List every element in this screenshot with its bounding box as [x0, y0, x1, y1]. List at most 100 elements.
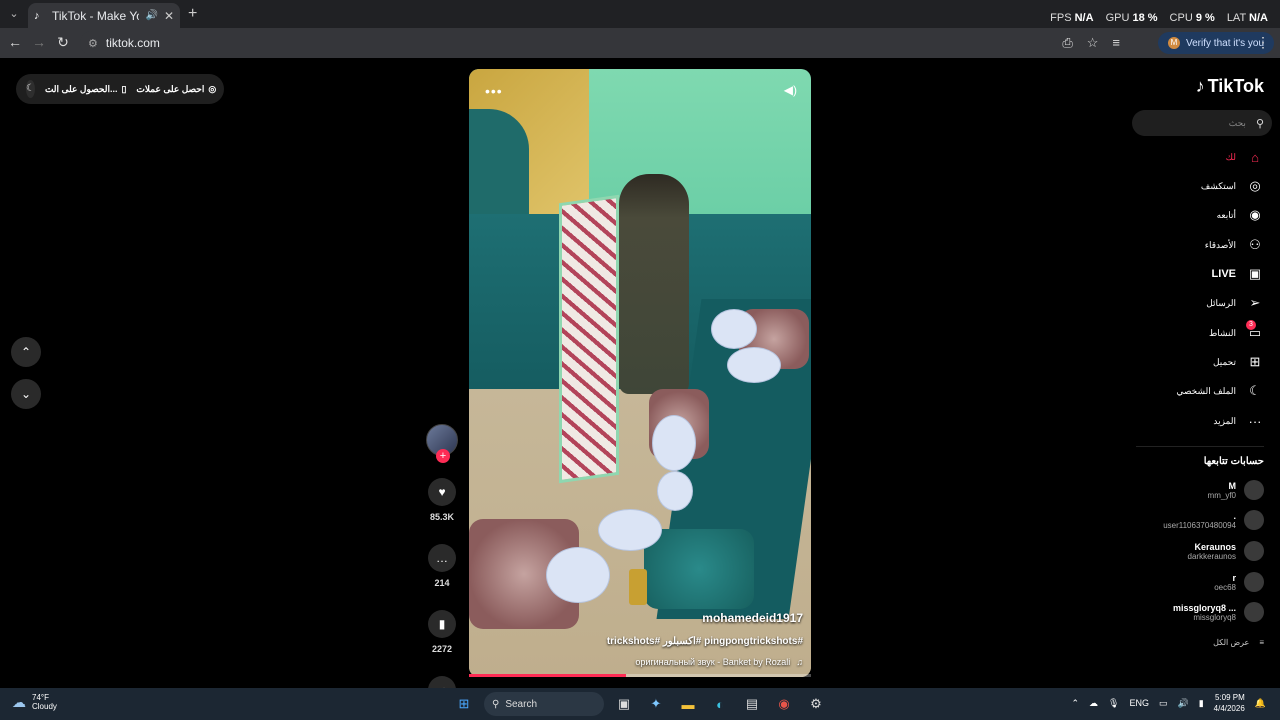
browser-menu-icon[interactable]: ⋮ [1256, 34, 1270, 51]
tiktok-favicon-icon: ♪ [34, 9, 40, 22]
install-app-icon[interactable]: ⎙ [1062, 35, 1072, 51]
get-app-link[interactable]: الحصول على الت... ▯ [45, 84, 126, 95]
music-note-icon: ♫ [796, 657, 803, 667]
tab-search-icon[interactable]: ⌄ [6, 6, 22, 22]
volume-icon[interactable]: ◀) [784, 83, 797, 97]
like-icon[interactable]: ♥ [428, 478, 456, 506]
get-coins-link[interactable]: احصل على عملات ◎ [136, 84, 216, 95]
more-icon: ··· [1248, 413, 1262, 429]
tiktok-logo[interactable]: ♪ TikTok [1196, 76, 1264, 97]
search-input[interactable]: بحث ⚲ [1132, 110, 1272, 136]
tab-close-icon[interactable]: ✕ [164, 9, 174, 23]
weather-condition: Cloudy [32, 702, 57, 711]
follow-plus-icon[interactable]: + [436, 449, 450, 463]
account-names: Mmm_yf0 [1208, 481, 1236, 500]
browser-tab[interactable]: ♪ TikTok - Make Your Day 🔊 ✕ [28, 3, 180, 28]
list-icon: ≡ [1259, 638, 1264, 647]
sidebar-item-6[interactable]: النشاط ▭ 3 [1134, 320, 1264, 344]
avatar [1244, 541, 1264, 561]
network-icon[interactable]: ▭ [1159, 698, 1168, 709]
reload-icon[interactable]: ↻ [54, 34, 72, 51]
sidebar-item-0[interactable]: لك ⌂ [1134, 146, 1264, 168]
new-tab-button[interactable]: + [188, 5, 197, 23]
video-scene-pillow [644, 529, 754, 609]
video-author[interactable]: mohamedeid1917 [702, 611, 803, 625]
site-info-icon[interactable]: ⚙ [88, 37, 98, 50]
sidebar-item-1[interactable]: استكشف ◎ [1134, 175, 1264, 197]
verify-label: Verify that it's you [1186, 37, 1265, 49]
account-handle: user1106370480094 [1163, 520, 1236, 530]
sidebar-divider [1136, 446, 1264, 447]
search-placeholder: بحث [1228, 117, 1246, 128]
audio-playing-icon[interactable]: 🔊 [145, 10, 157, 21]
start-icon[interactable]: ⊞ [452, 692, 476, 716]
followed-account[interactable]: missgloryq8 ... missgloryq8 [1136, 602, 1264, 622]
see-all-label: عرض الكل [1213, 638, 1250, 647]
video-progress-bar[interactable] [469, 674, 811, 677]
onedrive-icon[interactable]: ☁ [1089, 698, 1098, 709]
app-icon[interactable]: ⚙ [804, 692, 828, 716]
video-player[interactable]: ••• ◀) mohamedeid1917 #pingpongtrickshot… [469, 69, 811, 677]
account-names: . user1106370480094 [1163, 511, 1236, 530]
followed-account[interactable]: . user1106370480094 [1136, 510, 1264, 530]
tray-chevron-icon[interactable]: ⌃ [1071, 698, 1079, 709]
battery-icon[interactable]: ▮ [1199, 698, 1204, 709]
account-handle: missgloryq8 [1193, 612, 1236, 622]
video-scene-plate [598, 509, 662, 551]
forward-icon[interactable]: → [30, 34, 48, 50]
address-bar-actions: ⎙ ☆ ≡ [1062, 35, 1120, 51]
weather-widget[interactable]: ☁ 74°F Cloudy [12, 693, 57, 711]
back-icon[interactable]: ← [6, 34, 24, 50]
previous-video-button[interactable]: ⌃ [11, 337, 41, 367]
sidebar-item-3[interactable]: الأصدقاء ⚇ [1134, 234, 1264, 256]
copilot-icon[interactable]: ✦ [644, 692, 668, 716]
tiktok-note-icon: ♪ [1195, 76, 1205, 96]
address-bar[interactable]: ⚙ tiktok.com [80, 31, 1120, 55]
sidebar-item-label: LIVE [1211, 268, 1236, 280]
video-sound[interactable]: оригинальный звук - Banket by Rozali ♫ [635, 657, 803, 667]
sidebar-item-2[interactable]: أتابعه ◉ [1134, 204, 1264, 226]
video-hashtags[interactable]: #pingpongtrickshots #اكسبلور #trickshots [607, 636, 803, 647]
chrome-icon[interactable]: ◉ [772, 692, 796, 716]
clock[interactable]: 5:09 PM 4/4/2026 [1214, 692, 1245, 714]
messages-icon: ➢ [1249, 295, 1261, 310]
video-more-options-icon[interactable]: ••• [485, 83, 503, 99]
comment-icon[interactable]: … [428, 544, 456, 572]
video-scene-board [559, 194, 619, 484]
author-avatar[interactable]: + [426, 424, 458, 463]
store-icon[interactable]: ▤ [740, 692, 764, 716]
compass-icon: ◎ [1249, 178, 1261, 193]
sidebar-item-7[interactable]: تحميل ⊞ [1134, 351, 1264, 373]
notification-badge: 3 [1246, 320, 1256, 330]
sidebar-item-8[interactable]: الملف الشخصي ☾ [1134, 380, 1264, 402]
taskbar-apps: ⊞ ⚲ Search ▣ ✦ ▬ ◐ ▤ ◉ ⚙ [452, 692, 828, 716]
bookmark-icon[interactable]: ▮ [428, 610, 456, 638]
bookmark-star-icon[interactable]: ☆ [1087, 35, 1099, 51]
video-scene-person [619, 174, 689, 394]
gpu-readout: GPU 18 % [1105, 12, 1158, 24]
sidebar-item-5[interactable]: الرسائل ➢ [1134, 292, 1264, 314]
file-explorer-icon[interactable]: ▬ [676, 692, 700, 716]
get-app-label: الحصول على الت... [44, 83, 118, 94]
dark-mode-icon[interactable]: ☾ [26, 80, 35, 98]
video-scene-plate [546, 547, 610, 603]
sidebar-item-4[interactable]: LIVE ▣ [1134, 263, 1264, 285]
edge-icon[interactable]: ◐ [708, 692, 732, 716]
followed-account[interactable]: Keraunos darkkeraunos [1136, 541, 1264, 561]
sidebar-item-9[interactable]: المزيد ··· [1134, 410, 1264, 432]
speaker-icon[interactable]: 🔊 [1177, 698, 1188, 709]
notification-icon[interactable]: 🔔 [1255, 698, 1266, 709]
see-all-link[interactable]: عرض الكل ≡ [1213, 638, 1264, 647]
taskbar-search[interactable]: ⚲ Search [484, 692, 604, 716]
media-controls-icon[interactable]: ≡ [1112, 35, 1120, 51]
account-handle: oec68 [1214, 582, 1236, 592]
language-indicator[interactable]: ENG [1129, 698, 1149, 708]
followed-account[interactable]: r oec68 [1136, 572, 1264, 592]
search-icon[interactable]: ⚲ [1256, 117, 1264, 130]
microphone-icon[interactable]: 🎙 [1108, 698, 1119, 709]
avatar [1244, 480, 1264, 500]
next-video-button[interactable]: ⌄ [11, 379, 41, 409]
account-names: Keraunos darkkeraunos [1188, 542, 1236, 561]
followed-account[interactable]: Mmm_yf0 [1136, 480, 1264, 500]
task-view-icon[interactable]: ▣ [612, 692, 636, 716]
